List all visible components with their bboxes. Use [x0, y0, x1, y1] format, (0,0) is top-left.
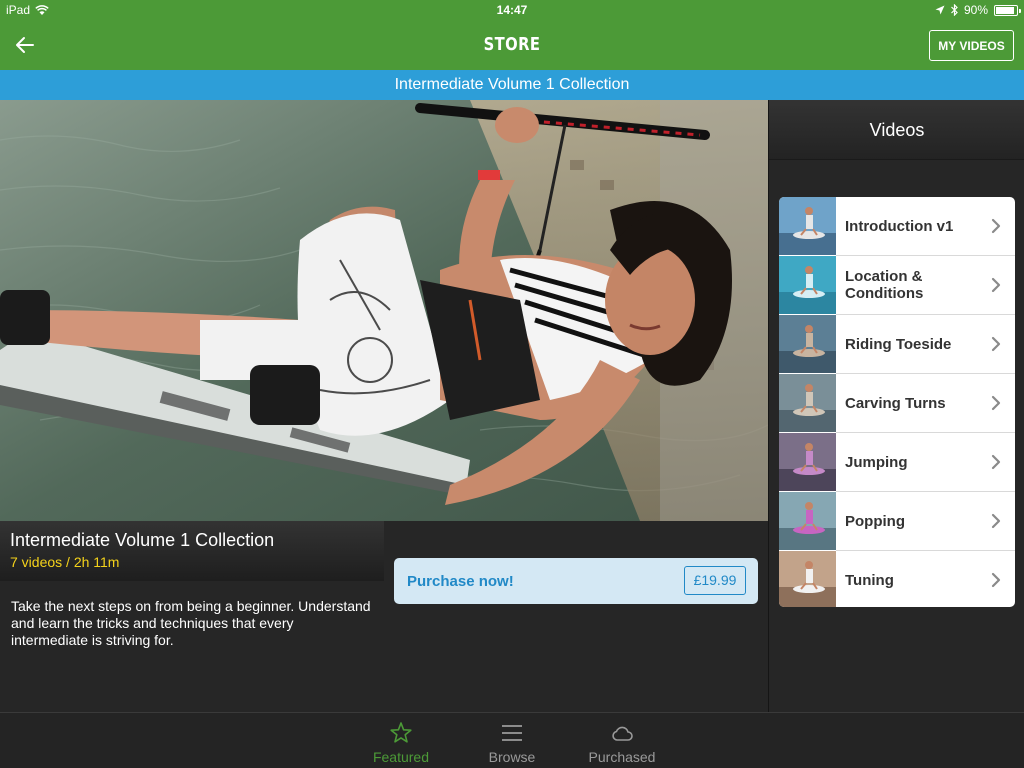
videos-panel: Videos Introduction v1 Location & Conditi… [768, 100, 1024, 712]
my-videos-button[interactable]: MY VIDEOS [929, 30, 1014, 61]
nav-bar: STORE MY VIDEOS [0, 20, 1024, 70]
purchase-label: Purchase now! [407, 573, 514, 590]
video-thumbnail [779, 197, 836, 255]
status-right: 90% [935, 3, 1021, 17]
app-root: iPad 14:47 90% STORE MY VIDEOS Intermedi… [0, 0, 1024, 768]
video-title: Riding Toeside [845, 336, 952, 353]
video-thumbnail [779, 256, 836, 314]
status-bar: iPad 14:47 90% [0, 0, 1024, 20]
video-list-item[interactable]: Riding Toeside [779, 315, 1015, 374]
tab-purchased[interactable]: Purchased [577, 713, 667, 768]
tab-featured[interactable]: Featured [356, 713, 446, 768]
video-thumbnail [779, 551, 836, 607]
status-time: 14:47 [496, 3, 528, 17]
battery-icon [994, 4, 1021, 16]
collection-banner: Intermediate Volume 1 Collection [0, 70, 1024, 100]
video-thumbnail [779, 492, 836, 550]
battery-fill [996, 6, 1014, 14]
videos-header: Videos [769, 100, 1024, 160]
tab-label: Browse [488, 749, 536, 765]
list-icon [502, 725, 522, 741]
location-arrow-icon [935, 5, 945, 15]
tab-label: Featured [372, 749, 430, 765]
video-list-item[interactable]: Carving Turns [779, 374, 1015, 433]
video-list-item[interactable]: Introduction v1 [779, 197, 1015, 256]
hero-image[interactable] [0, 100, 768, 521]
kitesurfer-illustration [0, 100, 768, 521]
collection-meta: 7 videos / 2h 11m [10, 554, 120, 570]
video-title: Carving Turns [845, 395, 946, 412]
video-title: Popping [845, 513, 905, 530]
video-list-item[interactable]: Location & Conditions [779, 256, 1015, 315]
chevron-right-icon [991, 336, 1001, 352]
video-thumbnail [779, 374, 836, 432]
chevron-right-icon [991, 454, 1001, 470]
video-list: Introduction v1 Location & Conditions Ridi… [779, 197, 1015, 607]
collection-info-header: Intermediate Volume 1 Collection 7 video… [0, 521, 384, 581]
tab-browse[interactable]: Browse [467, 713, 557, 768]
chevron-right-icon [991, 218, 1001, 234]
chevron-right-icon [991, 395, 1001, 411]
purchase-button[interactable]: Purchase now! £19.99 [394, 558, 758, 604]
star-icon [390, 722, 412, 743]
battery-percent: 90% [963, 3, 988, 17]
bluetooth-icon [951, 4, 958, 16]
collection-description: Take the next steps on from being a begi… [11, 598, 371, 648]
video-title: Location & Conditions [845, 268, 924, 302]
chevron-right-icon [991, 572, 1001, 588]
video-thumbnail [779, 433, 836, 491]
back-arrow-icon[interactable] [12, 33, 38, 57]
cloud-icon [612, 726, 633, 741]
video-title: Jumping [845, 454, 908, 471]
video-list-item[interactable]: Popping [779, 492, 1015, 551]
video-title: Tuning [845, 572, 894, 589]
tab-bar: Featured Browse Purchased [0, 712, 1024, 768]
video-title: Introduction v1 [845, 218, 954, 235]
video-list-item[interactable]: Tuning [779, 551, 1015, 607]
collection-title: Intermediate Volume 1 Collection [10, 530, 275, 550]
chevron-right-icon [991, 277, 1001, 293]
tab-label: Purchased [588, 749, 656, 765]
page-title: STORE [483, 34, 541, 55]
video-thumbnail [779, 315, 836, 373]
video-list-item[interactable]: Jumping [779, 433, 1015, 492]
chevron-right-icon [991, 513, 1001, 529]
price-badge[interactable]: £19.99 [684, 566, 746, 595]
